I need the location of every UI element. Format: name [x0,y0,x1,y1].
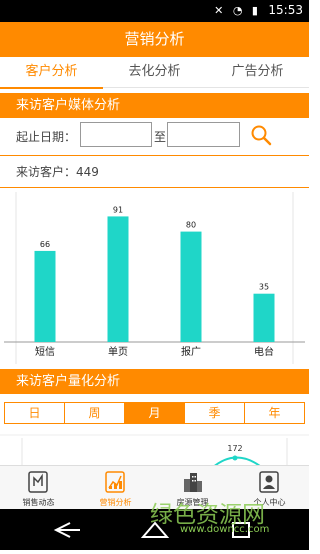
tab-ad-analysis[interactable]: 广告分析 [206,57,309,87]
category-label: 单页 [108,346,128,358]
period-week[interactable]: 周 [65,403,125,423]
bar-value-label: 66 [40,240,50,249]
tab-bar: 客户分析 去化分析 广告分析 [0,57,309,89]
marketing-chart-icon [105,471,125,493]
category-label: 短信 [35,345,55,358]
end-date-input[interactable] [167,122,240,147]
media-bar-chart: 66 短信 91 单页 80 报广 35 电台 [4,192,305,364]
divider [0,187,309,188]
quant-section-title: 来访客户量化分析 [16,374,121,389]
divider [0,155,309,156]
date-to-label: 至 [154,130,167,144]
bar-1 [107,216,129,342]
visitor-count-text: 来访客户：449 [16,163,99,180]
sales-trend-icon [28,471,48,493]
date-range-label: 起止日期： [16,130,77,144]
tab-sales-absorption[interactable]: 去化分析 [103,57,206,87]
quant-point [232,455,238,461]
bar-3 [253,293,275,342]
quant-section-header: 来访客户量化分析 [0,369,309,394]
category-label: 电台 [254,345,274,358]
quant-line-chart: 172 [0,434,309,468]
bar-value-label: 91 [113,205,123,214]
period-year[interactable]: 年 [245,403,304,423]
category-label: 报广 [181,345,201,358]
period-day[interactable]: 日 [5,403,65,423]
period-month[interactable]: 月 [125,403,185,423]
nav-sales-trend[interactable]: 销售动态 [0,466,77,510]
status-time: 15:53 [268,3,303,17]
building-icon [184,473,202,492]
bar-value-label: 80 [186,221,196,230]
page-title: 营销分析 [0,22,309,57]
bar-value-label: 35 [259,283,269,292]
nav-sales-trend-label: 销售动态 [22,498,55,507]
person-icon [259,471,279,493]
start-date-input[interactable] [80,122,152,147]
period-quarter[interactable]: 季 [185,403,245,423]
nav-marketing-analysis[interactable]: 营销分析 [77,466,154,510]
status-bar: ✕ ◔ ▮ 15:53 [0,0,309,22]
bar-0 [34,250,56,342]
media-section-header: 来访客户媒体分析 [0,93,309,118]
tab-customer-analysis[interactable]: 客户分析 [0,57,103,89]
nav-marketing-analysis-label: 营销分析 [99,498,132,507]
period-selector: 日 周 月 季 年 [4,402,305,424]
media-section-title: 来访客户媒体分析 [16,98,121,113]
visitor-count-label: 来访客户： [16,165,77,179]
bar-2 [180,231,202,342]
status-icons: ✕ ◔ ▮ [214,4,261,17]
watermark-url: www.downcc.com [180,524,270,535]
search-icon[interactable] [250,124,272,146]
visitor-count-value: 449 [76,165,99,179]
quant-point-label: 172 [227,444,242,453]
